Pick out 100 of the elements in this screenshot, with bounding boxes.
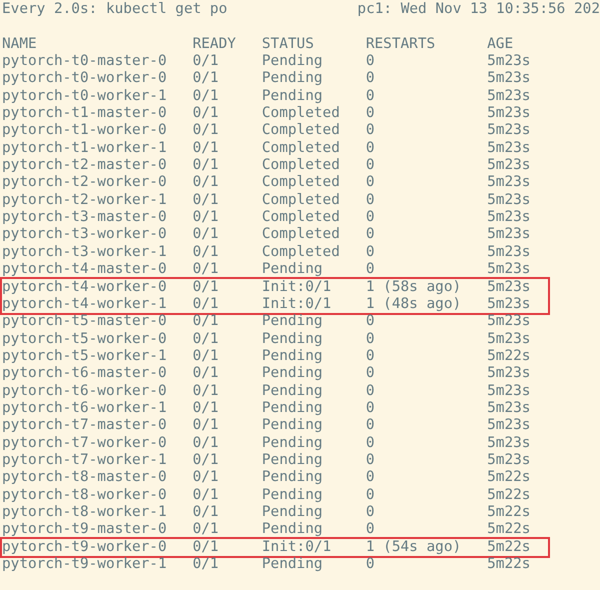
- restart-count: 0: [366, 122, 375, 140]
- ready-count: 0/1: [192, 486, 219, 504]
- pod-status: Pending: [262, 348, 323, 366]
- pod-age: 5m23s: [487, 261, 530, 278]
- pod-status: Pending: [262, 521, 323, 539]
- ready-count: 0/1: [192, 400, 219, 418]
- ready-count: 0/1: [192, 140, 219, 158]
- ready-count: 0/1: [192, 174, 219, 192]
- restart-count: 0: [366, 53, 375, 70]
- pod-status: Completed: [262, 157, 340, 174]
- pod-name: pytorch-t9-worker-0: [2, 538, 167, 556]
- ready-count: 0/1: [192, 434, 219, 452]
- restart-count: 0: [366, 70, 375, 88]
- ready-count: 0/1: [192, 417, 219, 435]
- restart-count: 0: [366, 434, 375, 452]
- pod-name: pytorch-t6-worker-0: [2, 382, 167, 400]
- pod-status: Pending: [262, 53, 323, 70]
- ready-count: 0/1: [192, 521, 219, 539]
- ready-count: 0/1: [192, 365, 219, 383]
- pod-name: pytorch-t0-master-0: [2, 53, 167, 70]
- restart-count: 0: [366, 365, 375, 383]
- pod-age: 5m23s: [487, 244, 530, 262]
- restart-count: 0: [366, 521, 375, 539]
- pod-status: Pending: [262, 469, 323, 487]
- ready-count: 0/1: [192, 209, 219, 226]
- pod-age: 5m22s: [487, 521, 530, 539]
- pod-status: Pending: [262, 452, 323, 470]
- pod-name: pytorch-t1-worker-0: [2, 122, 167, 140]
- restart-count: 0: [366, 556, 375, 574]
- pod-name: pytorch-t2-worker-1: [2, 192, 167, 210]
- pod-name: pytorch-t0-worker-0: [2, 70, 167, 88]
- ready-count: 0/1: [192, 296, 219, 314]
- pod-status: Init:0/1: [262, 296, 332, 314]
- pod-age: 5m22s: [487, 556, 530, 574]
- ready-count: 0/1: [192, 261, 219, 278]
- pod-status: Completed: [262, 209, 340, 226]
- ready-count: 0/1: [192, 192, 219, 210]
- ready-count: 0/1: [192, 556, 219, 574]
- ready-count: 0/1: [192, 105, 219, 122]
- restart-count: 0: [366, 400, 375, 418]
- pod-age: 5m23s: [487, 53, 530, 70]
- restart-count: 0: [366, 417, 375, 435]
- pod-name: pytorch-t4-worker-1: [2, 296, 167, 314]
- pod-status: Pending: [262, 486, 323, 504]
- ready-count: 0/1: [192, 538, 219, 556]
- restart-count: 0: [366, 469, 375, 487]
- pod-age: 5m22s: [487, 538, 530, 556]
- pod-name: pytorch-t3-master-0: [2, 209, 167, 226]
- restart-count: 0: [366, 382, 375, 400]
- pod-status: Completed: [262, 192, 340, 210]
- pod-name: pytorch-t8-master-0: [2, 469, 167, 487]
- pod-name: pytorch-t0-worker-1: [2, 88, 167, 106]
- pod-name: pytorch-t5-worker-0: [2, 330, 167, 348]
- pod-name: pytorch-t2-worker-0: [2, 174, 167, 192]
- restart-count: 0: [366, 174, 375, 192]
- pod-name: pytorch-t1-worker-1: [2, 140, 167, 158]
- pod-age: 5m23s: [487, 330, 530, 348]
- restart-count: 0: [366, 313, 375, 331]
- pod-name: pytorch-t6-worker-1: [2, 400, 167, 418]
- ready-count: 0/1: [192, 53, 219, 70]
- pod-status: Pending: [262, 313, 323, 331]
- restart-count: 0: [366, 504, 375, 522]
- pod-name: pytorch-t4-worker-0: [2, 278, 167, 296]
- pod-status: Completed: [262, 122, 340, 140]
- restart-count: 0: [366, 348, 375, 366]
- pod-age: 5m23s: [487, 296, 530, 314]
- ready-count: 0/1: [192, 382, 219, 400]
- host-timestamp: pc1: Wed Nov 13 10:35:56 202: [357, 1, 600, 18]
- pod-status: Pending: [262, 382, 323, 400]
- restart-count: 0: [366, 209, 375, 226]
- pod-status: Pending: [262, 417, 323, 435]
- pod-age: 5m22s: [487, 486, 530, 504]
- pod-name: pytorch-t5-master-0: [2, 313, 167, 331]
- pod-status: Pending: [262, 70, 323, 88]
- restart-count: 0: [366, 192, 375, 210]
- pod-name: pytorch-t7-master-0: [2, 417, 167, 435]
- watch-command: Every 2.0s: kubectl get po: [2, 1, 228, 18]
- pod-age: 5m22s: [487, 504, 530, 522]
- pod-name: pytorch-t6-master-0: [2, 365, 167, 383]
- pod-name: pytorch-t3-worker-1: [2, 244, 167, 262]
- ready-count: 0/1: [192, 330, 219, 348]
- pod-status: Completed: [262, 174, 340, 192]
- pod-status: Pending: [262, 365, 323, 383]
- restart-count: 1 (58s ago): [366, 278, 462, 296]
- ready-count: 0/1: [192, 226, 219, 244]
- restart-count: 1 (48s ago): [366, 296, 462, 314]
- pod-status: Pending: [262, 88, 323, 106]
- column-header: RESTARTS: [366, 36, 436, 54]
- ready-count: 0/1: [192, 504, 219, 522]
- pod-age: 5m23s: [487, 278, 530, 296]
- pod-name: pytorch-t9-worker-1: [2, 556, 167, 574]
- restart-count: 0: [366, 105, 375, 122]
- pod-status: Completed: [262, 105, 340, 122]
- pod-age: 5m23s: [487, 122, 530, 140]
- ready-count: 0/1: [192, 88, 219, 106]
- ready-count: 0/1: [192, 70, 219, 88]
- pod-name: pytorch-t4-master-0: [2, 261, 167, 278]
- restart-count: 0: [366, 261, 375, 278]
- pod-name: pytorch-t3-worker-0: [2, 226, 167, 244]
- pod-age: 5m23s: [487, 88, 530, 106]
